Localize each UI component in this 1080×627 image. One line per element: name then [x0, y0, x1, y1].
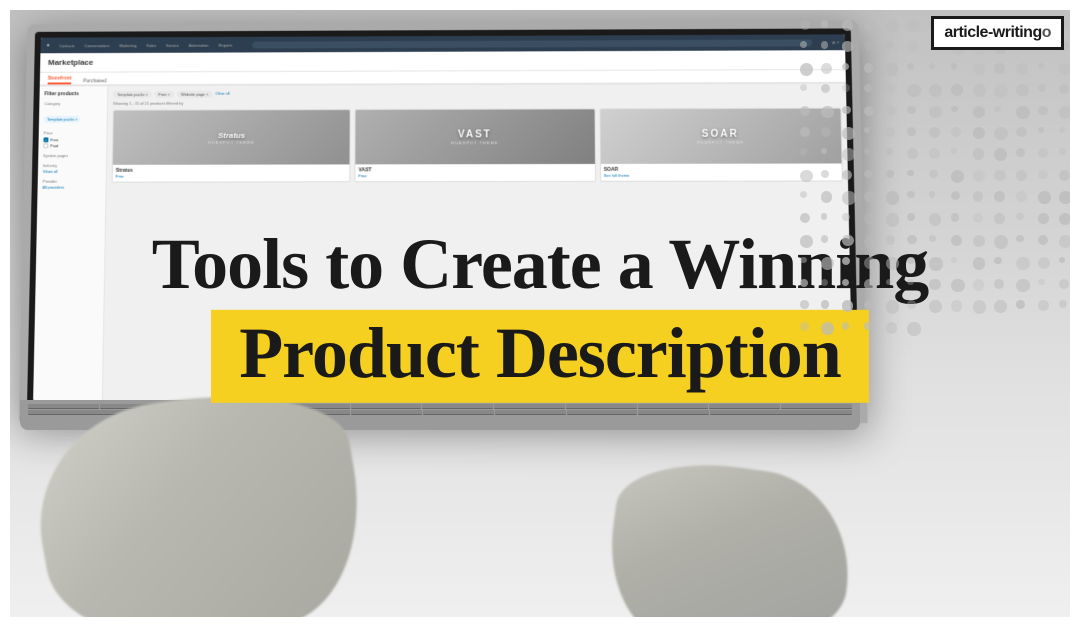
category-section: Category Template packs ×	[44, 101, 102, 126]
filter-tag-0[interactable]: Template packs ×	[113, 91, 152, 98]
key	[351, 404, 422, 409]
price-paid-row: Paid	[43, 143, 101, 148]
search-bar	[252, 39, 812, 48]
nav-reports: Reports	[218, 42, 232, 47]
nav-service: Service	[166, 42, 179, 47]
products-grid: Stratus HubSpot Theme Stratus Free	[112, 108, 843, 183]
products-area: Template packs × Free × Website page × C…	[103, 84, 853, 403]
product-card-2[interactable]: SOAR HubSpot Theme SOAR See full theme	[599, 108, 843, 182]
category-label: Category	[44, 101, 102, 106]
marketplace-title: Marketplace	[48, 58, 93, 67]
product-card-0[interactable]: Stratus HubSpot Theme Stratus Free	[112, 109, 351, 183]
industry-section: Industry Show all	[43, 163, 101, 174]
results-count: Showing 1 - 15 of 21 products filtered b…	[113, 99, 841, 106]
filter-clear-all[interactable]: Clear all	[215, 91, 230, 98]
industry-value: Show all	[43, 169, 101, 174]
key	[422, 404, 493, 409]
filter-tag-2[interactable]: Website page ×	[177, 91, 212, 98]
key	[638, 410, 709, 415]
key	[495, 410, 566, 415]
background-image: ● Contacts Conversations Marketing Sales…	[0, 0, 1080, 627]
tab-purchased[interactable]: Purchased	[83, 78, 107, 84]
brand-suffix: o	[1042, 24, 1051, 41]
screen-bezel: ● Contacts Conversations Marketing Sales…	[27, 28, 859, 408]
screen-content: ● Contacts Conversations Marketing Sales…	[33, 34, 853, 402]
hubspot-logo: ●	[46, 43, 49, 49]
key	[709, 404, 780, 409]
nav-conversations: Conversations	[84, 43, 109, 48]
key	[710, 410, 852, 415]
free-checkbox: ✓	[43, 137, 48, 142]
tab-storefront[interactable]: Storefront	[48, 76, 72, 85]
product-card-1[interactable]: VAST HubSpot Theme VAST Free	[355, 108, 596, 182]
page-container: ● Contacts Conversations Marketing Sales…	[0, 0, 1080, 627]
provider-value: All providers	[42, 185, 100, 190]
sidebar: Filter products Category Template packs …	[33, 86, 108, 400]
key	[566, 404, 637, 409]
product-price-2: See full theme	[604, 172, 839, 177]
brand-name: article-writing	[944, 24, 1041, 41]
laptop-body: ● Contacts Conversations Marketing Sales…	[19, 21, 868, 423]
system-pages-section: System pages	[43, 153, 101, 158]
product-thumb-0: Stratus HubSpot Theme	[113, 110, 350, 165]
key	[423, 410, 494, 415]
price-label: Price	[44, 130, 102, 135]
product-price-0: Free	[116, 173, 347, 178]
brand-badge: article-writingo	[931, 16, 1064, 50]
key	[567, 410, 638, 415]
product-thumb-1: VAST HubSpot Theme	[356, 109, 595, 164]
main-content: Filter products Category Template packs …	[33, 84, 853, 403]
product-info-0: Stratus Free	[113, 164, 350, 181]
key	[351, 410, 422, 415]
product-price-1: Free	[359, 173, 592, 178]
product-thumb-2: SOAR HubSpot Theme	[600, 109, 841, 164]
paid-checkbox	[43, 143, 48, 148]
product-thumb-label-2: SOAR HubSpot Theme	[697, 128, 745, 144]
provider-section: Provider All providers	[42, 179, 100, 190]
price-free-row: ✓ Free	[43, 137, 101, 142]
nav-icons: ⚙ ?	[832, 40, 839, 45]
nav-contacts: Contacts	[59, 43, 75, 48]
key	[28, 404, 99, 409]
key	[781, 404, 852, 409]
nav-automation: Automation	[189, 42, 209, 47]
free-label: Free	[50, 137, 58, 142]
product-thumb-label-0: Stratus HubSpot Theme	[208, 131, 255, 145]
provider-label: Provider	[43, 179, 101, 184]
nav-marketing: Marketing	[119, 43, 136, 48]
paid-label: Paid	[50, 143, 58, 148]
filter-tags-row: Template packs × Free × Website page × C…	[113, 89, 841, 98]
product-info-2: SOAR See full theme	[601, 163, 842, 180]
key	[638, 404, 709, 409]
industry-label: Industry	[43, 163, 101, 168]
category-value: Template packs ×	[44, 116, 81, 123]
price-section: Price ✓ Free Paid	[43, 130, 101, 148]
product-thumb-label-1: VAST HubSpot Theme	[451, 129, 498, 145]
key	[494, 404, 565, 409]
nav-sales: Sales	[146, 43, 156, 48]
system-pages-label: System pages	[43, 153, 101, 158]
product-info-1: VAST Free	[356, 164, 595, 181]
filter-title: Filter products	[44, 91, 102, 97]
filter-tag-1[interactable]: Free ×	[155, 91, 174, 98]
